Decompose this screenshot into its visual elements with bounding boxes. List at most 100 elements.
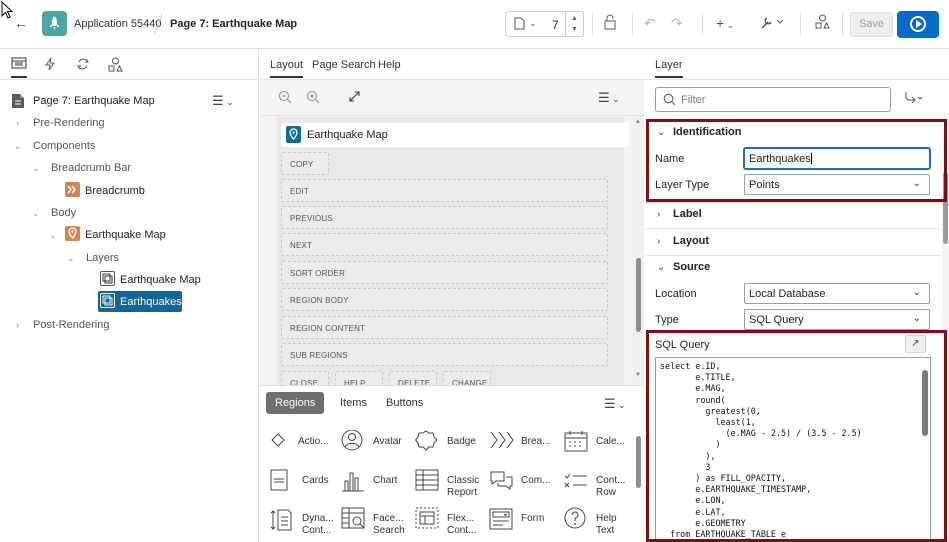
gallery-item-comments[interactable]: Com...: [489, 469, 563, 503]
zoom-in-icon[interactable]: [306, 90, 320, 107]
tab-buttons[interactable]: Buttons: [377, 392, 432, 414]
section-identification[interactable]: ⌄ Identification: [657, 126, 741, 138]
tree-node-body[interactable]: ⌄ Body: [32, 207, 76, 219]
slot-close[interactable]: CLOSE: [281, 371, 329, 385]
chevron-down-icon[interactable]: ⌄: [49, 230, 61, 241]
redo-icon[interactable]: ↷: [671, 14, 683, 32]
tab-items[interactable]: Items: [331, 392, 376, 414]
undo-icon[interactable]: ↶: [644, 14, 656, 32]
chevron-down-icon: ⌄: [912, 178, 921, 189]
sql-query-text[interactable]: select e.ID, e.TITLE, e.MAG, round( grea…: [660, 361, 862, 540]
app-name-breadcrumb[interactable]: Application 55440: [74, 18, 161, 30]
chart-icon: [342, 472, 364, 492]
layout-menu-icon[interactable]: ☰ ⌄: [598, 90, 620, 106]
expand-icon[interactable]: [348, 90, 361, 106]
gallery-item-avatar[interactable]: Avatar: [341, 430, 415, 464]
tree-node-breadcrumb-bar[interactable]: ⌄ Breadcrumb Bar: [32, 162, 131, 174]
dynamic-actions-icon[interactable]: [44, 57, 56, 74]
zoom-out-icon[interactable]: [278, 90, 292, 107]
create-icon[interactable]: + ⌄: [716, 14, 734, 34]
lock-icon[interactable]: [603, 14, 618, 34]
gallery-item-calendar[interactable]: Cale...: [564, 430, 638, 464]
slot-help[interactable]: HELP: [335, 371, 383, 385]
page-number-input[interactable]: 7: [552, 18, 559, 32]
rendering-icon[interactable]: [11, 57, 27, 78]
gallery-item-action[interactable]: Actio...: [270, 430, 344, 464]
tree-node-earthquake-map[interactable]: ⌄ Earthquake Map: [49, 226, 166, 241]
slot-next[interactable]: NEXT: [281, 233, 608, 256]
tree-node-components[interactable]: ⌄ Components: [14, 140, 95, 152]
gallery-item-help-text[interactable]: Help Text: [564, 507, 638, 541]
tab-page-search[interactable]: Page Search: [312, 59, 376, 71]
utilities-wrench-icon[interactable]: [760, 14, 784, 34]
chevron-down-icon[interactable]: ⌄: [32, 208, 44, 219]
tab-regions[interactable]: Regions: [266, 392, 325, 414]
tab-layout[interactable]: Layout: [270, 59, 304, 78]
gallery-menu-icon[interactable]: ☰ ⌄: [604, 396, 626, 412]
chevron-right-icon[interactable]: ›: [16, 118, 28, 128]
chevron-down-icon[interactable]: ⌄: [14, 141, 26, 152]
map-layer-icon: [100, 293, 115, 308]
page-selector[interactable]: ⌄ 7 ▲ ▼: [505, 11, 584, 37]
gallery-item-classic-report[interactable]: Classic Report: [415, 469, 489, 503]
shared-components-icon[interactable]: [108, 57, 123, 75]
gallery-item-flex-container[interactable]: Flex... Cont...: [415, 507, 489, 541]
page-name-breadcrumb: Page 7: Earthquake Map: [170, 18, 298, 30]
gallery-item-content-row[interactable]: Cont... Row: [564, 469, 638, 503]
gallery-item-faceted-search[interactable]: Face... Search: [341, 507, 415, 541]
back-arrow-icon[interactable]: ←: [14, 15, 28, 31]
gallery-item-chart[interactable]: Chart: [341, 469, 415, 503]
center-tabs: Layout Page Search Help: [260, 49, 644, 80]
gallery-item-dynamic-content[interactable]: Dyna... Cont...: [270, 507, 344, 541]
chevron-down-icon[interactable]: ⌄: [529, 18, 537, 29]
app-rocket-icon[interactable]: [42, 11, 67, 36]
tree-node-pre-rendering[interactable]: › Pre-Rendering: [16, 117, 105, 129]
slot-delete[interactable]: DELETE: [389, 371, 437, 385]
region-earthquake-map[interactable]: Earthquake Map: [281, 123, 629, 147]
save-button[interactable]: Save: [850, 12, 893, 37]
tab-help[interactable]: Help: [378, 59, 401, 71]
run-button[interactable]: [897, 11, 939, 38]
name-field[interactable]: Earthquakes: [744, 148, 930, 169]
sql-query-editor[interactable]: select e.ID, e.TITLE, e.MAG, round( grea…: [655, 357, 931, 542]
chevron-right-icon[interactable]: ›: [16, 320, 28, 330]
gallery-item-form[interactable]: Form: [489, 507, 563, 541]
property-scrollbar[interactable]: [942, 134, 949, 542]
processing-icon[interactable]: [76, 57, 90, 74]
tab-layer[interactable]: Layer: [655, 59, 683, 78]
section-layout[interactable]: › Layout: [657, 235, 709, 247]
tree-node-post-rendering[interactable]: › Post-Rendering: [16, 319, 109, 331]
gallery-item-cards[interactable]: Cards: [270, 469, 344, 503]
tree-node-layers[interactable]: ⌄ Layers: [67, 252, 119, 264]
canvas-scrollbar[interactable]: ▲ ▼: [633, 117, 644, 385]
gallery-item-breadcrumb[interactable]: Brea...: [489, 430, 563, 464]
slot-change[interactable]: CHANGE: [443, 371, 491, 385]
go-to-group-icon[interactable]: [903, 91, 923, 108]
section-label[interactable]: › Label: [657, 208, 702, 220]
slot-region-content[interactable]: REGION CONTENT: [281, 316, 608, 339]
sql-scrollbar[interactable]: [922, 370, 928, 436]
shared-components-icon[interactable]: [815, 14, 830, 33]
gallery-item-badge[interactable]: Badge: [415, 430, 489, 464]
filter-field[interactable]: [655, 87, 891, 112]
left-pane-tabs: [0, 49, 259, 80]
slot-region-body[interactable]: REGION BODY: [281, 288, 608, 311]
chevron-down-icon[interactable]: ⌄: [32, 163, 44, 174]
page-number-spinner[interactable]: ▲ ▼: [565, 12, 583, 36]
filter-input[interactable]: [681, 91, 881, 108]
gallery-scrollbar[interactable]: [633, 430, 644, 542]
section-source[interactable]: ⌄ Source: [657, 261, 710, 273]
expand-editor-icon[interactable]: ↗: [905, 335, 926, 353]
slot-sort-order[interactable]: SORT ORDER: [281, 261, 608, 284]
slot-copy[interactable]: COPY: [281, 152, 329, 175]
tree-menu-icon[interactable]: ☰ ⌄: [212, 93, 234, 109]
slot-sub-regions[interactable]: SUB REGIONS: [281, 343, 608, 366]
diamond-icon: [271, 433, 285, 447]
chevron-down-icon[interactable]: ⌄: [67, 253, 79, 264]
layer-type-select[interactable]: Points ⌄: [744, 174, 930, 195]
flex-container-icon: [415, 507, 439, 529]
slot-edit[interactable]: EDIT: [281, 179, 608, 202]
location-select[interactable]: Local Database ⌄: [744, 283, 930, 304]
slot-previous[interactable]: PREVIOUS: [281, 206, 608, 229]
type-select[interactable]: SQL Query ⌄: [744, 309, 930, 330]
